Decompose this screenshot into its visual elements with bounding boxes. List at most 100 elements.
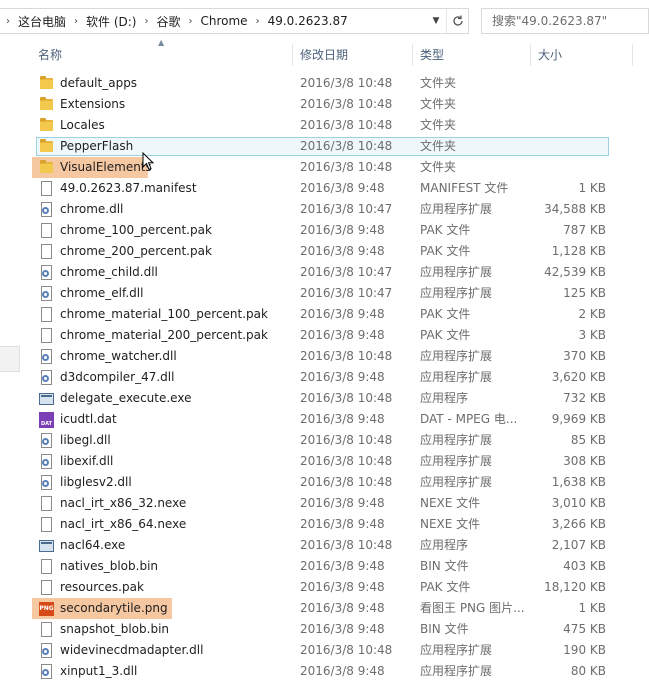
file-list: default_apps 2016/3/8 10:48 文件夹 Extensions 2… xyxy=(0,73,649,682)
file-row[interactable]: snapshot_blob.bin 2016/3/8 9:48 BIN 文件 475 … xyxy=(0,619,649,640)
file-icon xyxy=(39,559,55,575)
file-row[interactable]: DAT icudtl.dat 2016/3/8 9:48 DAT - MPEG 电..… xyxy=(0,409,649,430)
file-type: 应用程序扩展 xyxy=(420,433,493,447)
file-size: 1 KB xyxy=(578,601,606,615)
chevron-right-icon[interactable]: › xyxy=(250,16,266,27)
column-date[interactable]: 修改日期 xyxy=(300,44,348,66)
file-type: MANIFEST 文件 xyxy=(420,181,509,195)
column-divider[interactable] xyxy=(412,44,413,66)
file-row[interactable]: nacl64.exe 2016/3/8 10:48 应用程序 2,107 KB xyxy=(0,535,649,556)
file-type: 文件夹 xyxy=(420,97,457,111)
file-type: 应用程序 xyxy=(420,538,469,552)
breadcrumb-item[interactable]: 49.0.2623.87 xyxy=(266,14,350,28)
file-row[interactable]: chrome_elf.dll 2016/3/8 10:47 应用程序扩展 125 KB xyxy=(0,283,649,304)
file-date: 2016/3/8 10:48 xyxy=(300,118,393,132)
file-row[interactable]: nacl_irt_x86_64.nexe 2016/3/8 9:48 NEXE 文件… xyxy=(0,514,649,535)
file-row[interactable]: delegate_execute.exe 2016/3/8 10:48 应用程序 73… xyxy=(0,388,649,409)
file-size: 125 KB xyxy=(563,286,606,300)
folder-icon xyxy=(39,118,55,134)
column-size[interactable]: 大小 xyxy=(538,44,562,66)
file-size: 308 KB xyxy=(563,454,606,468)
file-type: 应用程序扩展 xyxy=(420,643,493,657)
breadcrumb-item[interactable]: 谷歌 xyxy=(154,13,182,30)
file-date: 2016/3/8 10:48 xyxy=(300,160,393,174)
file-row[interactable]: 49.0.2623.87.manifest 2016/3/8 9:48 MANIFE… xyxy=(0,178,649,199)
file-row[interactable]: PNG secondarytile.png 2016/3/8 9:48 看图王 PNG… xyxy=(0,598,649,619)
file-date: 2016/3/8 9:48 xyxy=(300,664,385,678)
file-row[interactable]: chrome_200_percent.pak 2016/3/8 9:48 PAK 文… xyxy=(0,241,649,262)
file-size: 787 KB xyxy=(563,223,606,237)
file-date: 2016/3/8 10:48 xyxy=(300,139,393,153)
column-divider[interactable] xyxy=(632,44,633,66)
dll-icon xyxy=(39,433,55,449)
file-type: 应用程序扩展 xyxy=(420,265,493,279)
file-row[interactable]: chrome_material_200_percent.pak 2016/3/8 … xyxy=(0,325,649,346)
file-row[interactable]: libglesv2.dll 2016/3/8 10:48 应用程序扩展 1,638 K… xyxy=(0,472,649,493)
file-type: NEXE 文件 xyxy=(420,517,481,531)
column-divider[interactable] xyxy=(292,44,293,66)
chevron-right-icon[interactable]: › xyxy=(68,16,84,27)
file-row[interactable]: widevinecdmadapter.dll 2016/3/8 10:48 应用程序… xyxy=(0,640,649,661)
file-date: 2016/3/8 10:48 xyxy=(300,643,393,657)
file-row[interactable]: chrome_child.dll 2016/3/8 10:47 应用程序扩展 42,5… xyxy=(0,262,649,283)
file-row[interactable]: natives_blob.bin 2016/3/8 9:48 BIN 文件 403 K… xyxy=(0,556,649,577)
file-icon xyxy=(39,181,55,197)
file-type: 文件夹 xyxy=(420,160,457,174)
file-name: nacl64.exe xyxy=(60,538,126,552)
file-size: 2 KB xyxy=(578,307,606,321)
file-row[interactable]: libexif.dll 2016/3/8 10:48 应用程序扩展 308 KB xyxy=(0,451,649,472)
file-name: chrome_watcher.dll xyxy=(60,349,177,363)
file-row[interactable]: default_apps 2016/3/8 10:48 文件夹 xyxy=(0,73,649,94)
file-name: chrome_material_100_percent.pak xyxy=(60,307,268,321)
file-row[interactable]: xinput1_3.dll 2016/3/8 9:48 应用程序扩展 80 KB xyxy=(0,661,649,682)
chevron-right-icon[interactable]: › xyxy=(0,16,16,27)
file-date: 2016/3/8 9:48 xyxy=(300,622,385,636)
address-dropdown-button[interactable]: ▼ xyxy=(427,9,445,33)
file-row[interactable]: chrome_100_percent.pak 2016/3/8 9:48 PAK 文… xyxy=(0,220,649,241)
file-type: 应用程序扩展 xyxy=(420,454,493,468)
file-name: xinput1_3.dll xyxy=(60,664,138,678)
file-size: 3 KB xyxy=(578,328,606,342)
breadcrumb-item[interactable]: 软件 (D:) xyxy=(84,13,138,30)
dll-icon xyxy=(39,265,55,281)
address-bar[interactable]: › 这台电脑 › 软件 (D:) › 谷歌 › Chrome › 49.0.2623.87 ▼ xyxy=(0,8,469,34)
file-date: 2016/3/8 10:48 xyxy=(300,475,393,489)
folder-icon xyxy=(39,76,55,92)
file-row[interactable]: chrome.dll 2016/3/8 10:47 应用程序扩展 34,588 KB xyxy=(0,199,649,220)
chevron-right-icon[interactable]: › xyxy=(183,16,199,27)
column-type[interactable]: 类型 xyxy=(420,44,444,66)
png-icon: PNG xyxy=(39,601,55,617)
file-date: 2016/3/8 9:48 xyxy=(300,244,385,258)
file-row[interactable]: resources.pak 2016/3/8 9:48 PAK 文件 18,120 K… xyxy=(0,577,649,598)
chevron-right-icon[interactable]: › xyxy=(138,16,154,27)
dll-icon xyxy=(39,454,55,470)
file-row[interactable]: PepperFlash 2016/3/8 10:48 文件夹 xyxy=(0,136,649,157)
file-name: natives_blob.bin xyxy=(60,559,159,573)
file-row[interactable]: Locales 2016/3/8 10:48 文件夹 xyxy=(0,115,649,136)
file-name: 49.0.2623.87.manifest xyxy=(60,181,197,195)
file-name: d3dcompiler_47.dll xyxy=(60,370,175,384)
file-size: 85 KB xyxy=(570,433,606,447)
file-row[interactable]: libegl.dll 2016/3/8 10:48 应用程序扩展 85 KB xyxy=(0,430,649,451)
search-input[interactable]: 搜索"49.0.2623.87" xyxy=(481,8,649,34)
file-row[interactable]: Extensions 2016/3/8 10:48 文件夹 xyxy=(0,94,649,115)
folder-icon xyxy=(39,97,55,113)
file-row[interactable]: VisualElements 2016/3/8 10:48 文件夹 xyxy=(0,157,649,178)
refresh-button[interactable] xyxy=(446,9,469,33)
file-type: PAK 文件 xyxy=(420,244,471,258)
folder-icon xyxy=(39,160,55,176)
file-row[interactable]: d3dcompiler_47.dll 2016/3/8 9:48 应用程序扩展 3,6… xyxy=(0,367,649,388)
column-divider[interactable] xyxy=(530,44,531,66)
file-name: Locales xyxy=(60,118,105,132)
breadcrumb-item[interactable]: Chrome xyxy=(199,14,250,28)
file-type: 应用程序扩展 xyxy=(420,202,493,216)
file-row[interactable]: chrome_watcher.dll 2016/3/8 10:48 应用程序扩展 37… xyxy=(0,346,649,367)
column-name[interactable]: 名称 xyxy=(38,44,62,66)
file-row[interactable]: chrome_material_100_percent.pak 2016/3/8 … xyxy=(0,304,649,325)
dll-icon xyxy=(39,370,55,386)
breadcrumb-item[interactable]: 这台电脑 xyxy=(16,13,68,30)
file-date: 2016/3/8 10:47 xyxy=(300,265,393,279)
dat-icon: DAT xyxy=(39,412,55,428)
file-row[interactable]: nacl_irt_x86_32.nexe 2016/3/8 9:48 NEXE 文件… xyxy=(0,493,649,514)
dll-icon xyxy=(39,286,55,302)
